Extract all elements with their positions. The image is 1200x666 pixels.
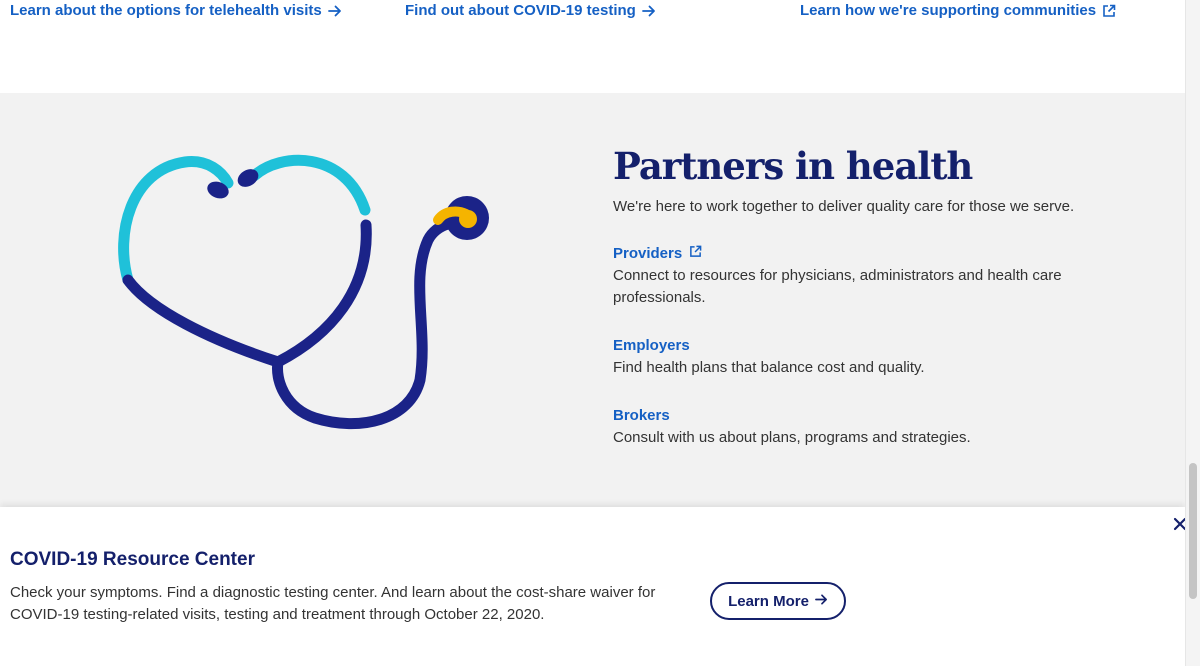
arrow-right-icon	[815, 593, 828, 610]
external-link-icon	[1102, 4, 1116, 18]
providers-desc: Connect to resources for physicians, adm…	[613, 267, 1062, 306]
partners-subtitle: We're here to work together to deliver q…	[613, 198, 1075, 215]
scrollbar-thumb[interactable]	[1189, 463, 1197, 599]
banner-title: COVID-19 Resource Center	[10, 549, 255, 570]
stethoscope-heart-icon	[110, 150, 510, 440]
providers-link-label: Providers	[613, 245, 683, 262]
learn-more-button[interactable]: Learn More	[710, 582, 846, 620]
banner-text: Check your symptoms. Find a diagnostic t…	[10, 584, 656, 623]
covid-testing-link-label: Find out about COVID-19 testing	[405, 2, 636, 19]
supporting-communities-link[interactable]: Learn how we're supporting communities	[800, 2, 1116, 19]
partners-content: Partners in health We're here to work to…	[613, 143, 1133, 449]
telehealth-link[interactable]: Learn about the options for telehealth v…	[10, 2, 342, 19]
arrow-right-icon	[327, 4, 342, 18]
providers-item: Providers Connect to resources for physi…	[613, 244, 1133, 309]
partners-section: Partners in health We're here to work to…	[0, 93, 1185, 507]
supporting-communities-link-label: Learn how we're supporting communities	[800, 2, 1097, 19]
partners-title: Partners in health	[613, 144, 973, 188]
covid-resource-banner: COVID-19 Resource Center Check your symp…	[0, 507, 1187, 666]
employers-link[interactable]: Employers	[613, 336, 1133, 356]
page-scrollbar[interactable]	[1185, 0, 1200, 666]
employers-desc: Find health plans that balance cost and …	[613, 359, 925, 376]
brokers-desc: Consult with us about plans, programs an…	[613, 429, 971, 446]
top-links-bar: Learn about the options for telehealth v…	[0, 0, 1185, 93]
brokers-item: Brokers Consult with us about plans, pro…	[613, 406, 1133, 449]
brokers-link[interactable]: Brokers	[613, 406, 1133, 426]
arrow-right-icon	[641, 4, 656, 18]
learn-more-label: Learn More	[728, 592, 809, 610]
providers-link[interactable]: Providers	[613, 244, 1133, 264]
telehealth-link-label: Learn about the options for telehealth v…	[10, 2, 322, 19]
covid-testing-link[interactable]: Find out about COVID-19 testing	[405, 2, 656, 19]
external-link-icon	[689, 244, 702, 264]
employers-item: Employers Find health plans that balance…	[613, 336, 1133, 379]
